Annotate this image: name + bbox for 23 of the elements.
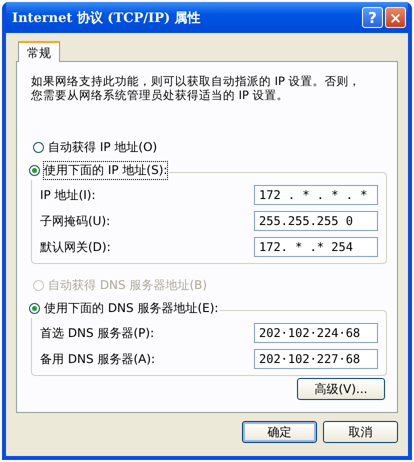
- address-field[interactable]: 172. * .* 254: [254, 237, 378, 257]
- cancel-button[interactable]: 取消: [323, 421, 398, 443]
- description-text: 如果网络支持此功能，则可以获取自动指派的 IP 设置。否则，您需要从网络系统管理员处获得适当的 IP 设置。: [31, 74, 362, 102]
- advanced-button[interactable]: 高级(V)...: [297, 378, 385, 400]
- field-label: 子网掩码(U):: [40, 212, 110, 230]
- tab[interactable]: 常规: [18, 41, 60, 62]
- radio-label[interactable]: 使用下面的 DNS 服务器地址(E):: [44, 300, 218, 317]
- radio-button[interactable]: [29, 165, 40, 176]
- address-field[interactable]: 172 . * . * . *: [254, 185, 378, 205]
- window-title: Internet 协议 (TCP/IP) 属性: [12, 10, 202, 26]
- field-label: 备用 DNS 服务器(A):: [40, 350, 156, 368]
- help-button[interactable]: ?: [362, 7, 383, 28]
- radio-button[interactable]: [29, 303, 40, 314]
- field-label: IP 地址(I):: [40, 186, 96, 204]
- radio-button[interactable]: [33, 142, 44, 153]
- address-field[interactable]: 255.255.255 0: [254, 211, 378, 231]
- ok-button[interactable]: 确定: [242, 421, 317, 443]
- field-label: 默认网关(D):: [40, 238, 111, 256]
- close-button[interactable]: ×: [385, 7, 406, 28]
- radio-label[interactable]: 自动获得 IP 地址(O): [48, 139, 158, 156]
- address-field[interactable]: 202·102·224·68: [254, 323, 378, 343]
- field-label: 首选 DNS 服务器(P):: [40, 324, 154, 342]
- address-field[interactable]: 202·102·227·68: [254, 349, 378, 369]
